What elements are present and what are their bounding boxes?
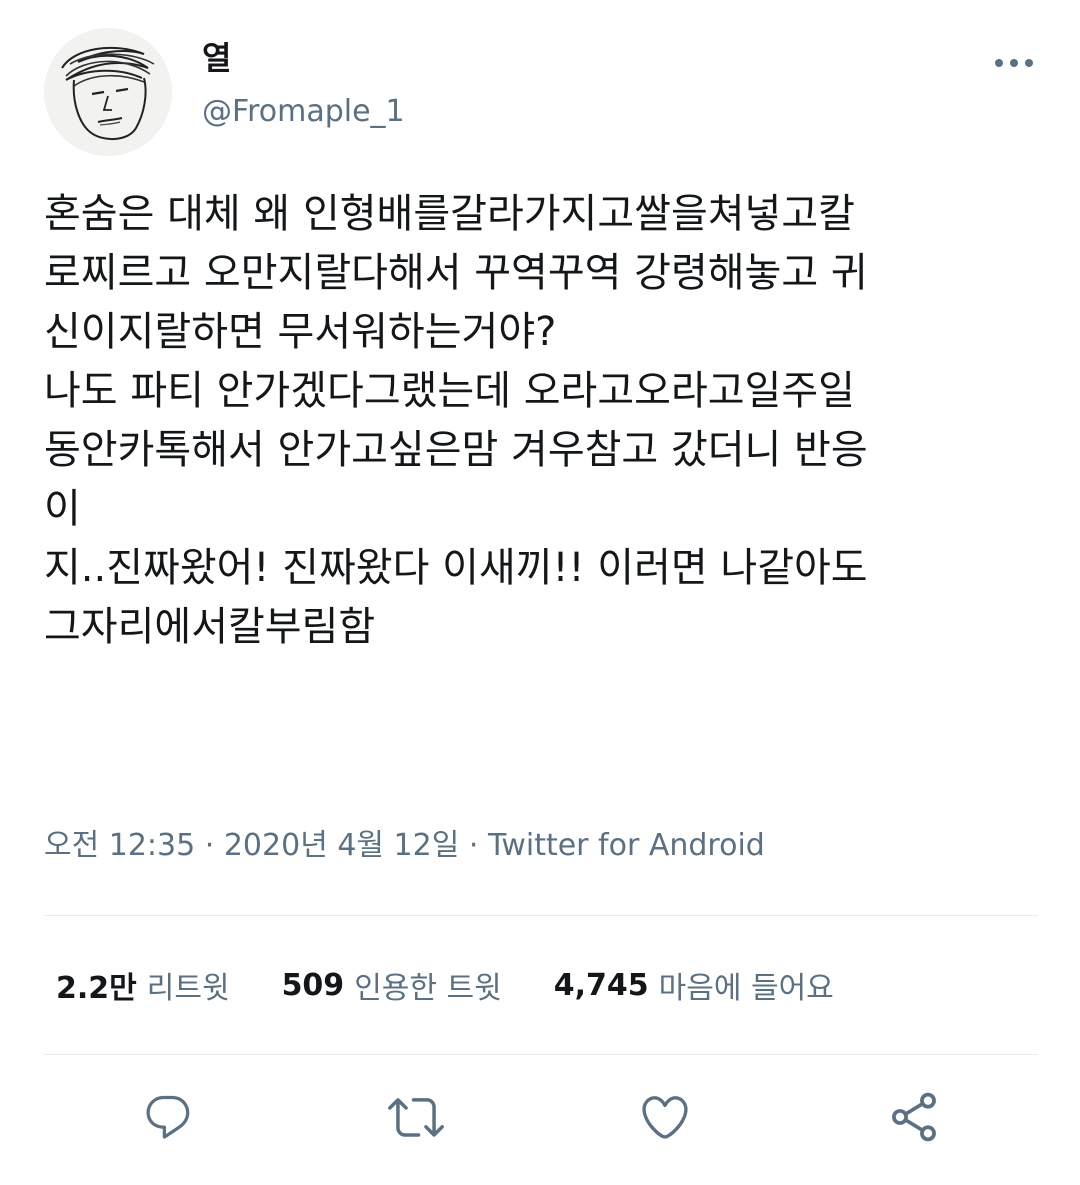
tweet-actions-bar	[0, 1085, 1080, 1149]
retweet-arrows-icon	[388, 1098, 444, 1137]
like-button[interactable]	[633, 1085, 697, 1149]
tweet-time: 오전 12:35	[44, 828, 196, 863]
tweet-text: 혼숨은 대체 왜 인형배를갈라가지고쌀을쳐넣고칼 로찌르고 오만지랄다해서 꾸역…	[44, 191, 868, 650]
likes-stat[interactable]: 4,745 마음에 들어요	[554, 963, 834, 1007]
share-button[interactable]	[882, 1085, 946, 1149]
display-name[interactable]: 열	[202, 38, 231, 78]
tweet-header: 열 @Fromaple_1	[44, 28, 1044, 158]
divider	[44, 1054, 1038, 1055]
tweet-metadata: 오전 12:35 · 2020년 4월 12일 · Twitter for An…	[44, 824, 765, 868]
retweets-label: 리트윗	[146, 971, 230, 1006]
divider	[44, 915, 1038, 916]
meta-separator: ·	[204, 828, 215, 863]
quotes-count: 509	[281, 967, 345, 1003]
hand-drawn-face-icon	[44, 28, 172, 156]
speech-bubble-icon	[146, 1095, 190, 1139]
meta-separator: ·	[468, 828, 479, 863]
user-handle[interactable]: @Fromaple_1	[202, 92, 405, 132]
likes-label: 마음에 들어요	[658, 971, 834, 1006]
retweet-button[interactable]	[384, 1085, 448, 1149]
heart-icon	[642, 1096, 688, 1139]
tweet-date: 2020년 4월 12일	[223, 828, 460, 863]
more-options-button[interactable]	[984, 46, 1044, 80]
avatar[interactable]	[44, 28, 172, 156]
retweets-stat[interactable]: 2.2만 리트윗	[56, 963, 230, 1007]
quotes-stat[interactable]: 509 인용한 트윗	[282, 963, 502, 1007]
tweet-stats: 2.2만 리트윗 509 인용한 트윗 4,745 마음에 들어요	[56, 962, 886, 1008]
reply-button[interactable]	[136, 1085, 200, 1149]
likes-count: 4,745	[553, 967, 649, 1003]
more-dots-icon	[995, 59, 1033, 67]
retweets-count: 2.2만	[56, 971, 137, 1006]
quotes-label: 인용한 트윗	[354, 971, 502, 1006]
share-nodes-icon	[892, 1092, 936, 1142]
tweet-source-link[interactable]: Twitter for Android	[488, 828, 765, 863]
